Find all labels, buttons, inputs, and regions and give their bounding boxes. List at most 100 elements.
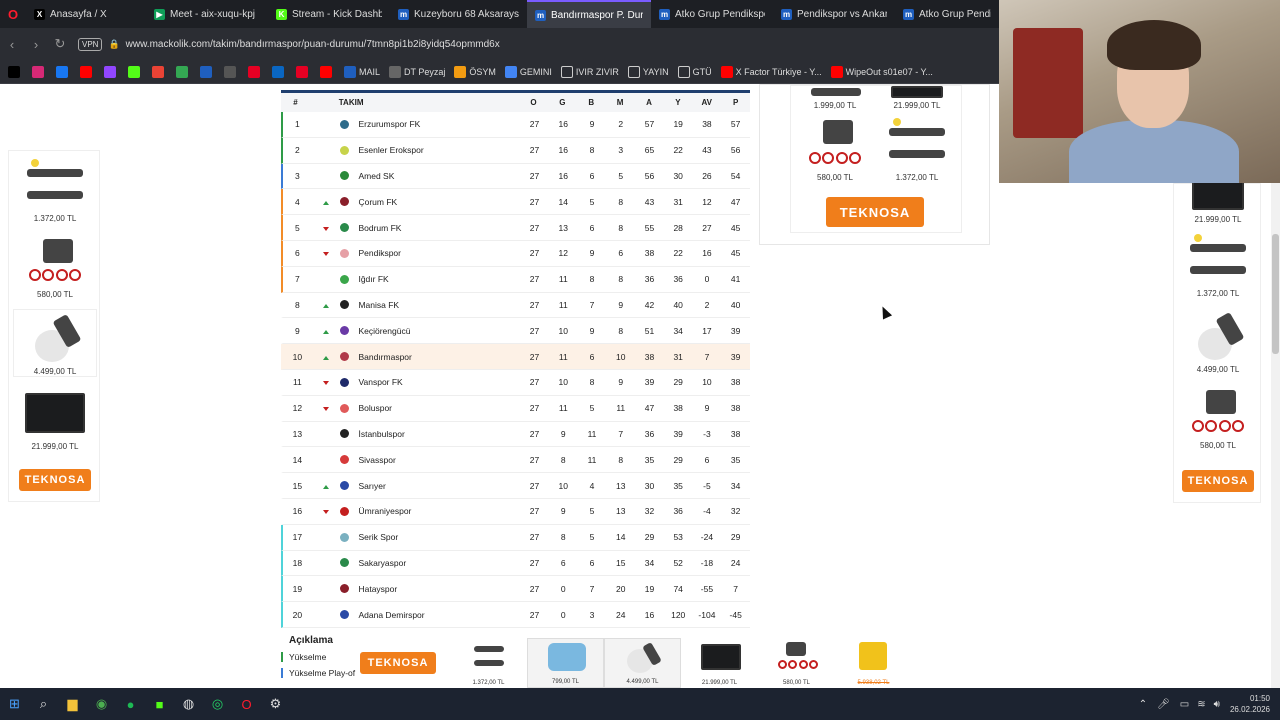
ad-product[interactable]: 1.999,00 TL [795, 86, 875, 110]
team-name[interactable]: Serik Spor [358, 532, 398, 542]
ad-product[interactable]: 21.999,00 TL [877, 86, 957, 110]
bookmark-item[interactable]: YAYIN [627, 65, 669, 78]
streaming-app-icon[interactable]: ■ [145, 688, 174, 720]
team-name[interactable]: Adana Demirspor [358, 610, 424, 620]
search-icon[interactable]: ⌕ [29, 688, 58, 720]
xbox-icon[interactable]: ◉ [87, 688, 116, 720]
microphone-icon[interactable]: 🎤︎ [1157, 699, 1170, 710]
back-icon[interactable]: ‹ [0, 37, 24, 52]
table-row[interactable]: 17 Serik Spor 27 8 5 14 29 53 -24 29 [281, 524, 750, 551]
tab[interactable]: m Bandırmaspor P. Durumu [527, 0, 651, 28]
table-row[interactable]: 1 Erzurumspor FK 27 16 9 2 57 19 38 57 [281, 112, 750, 138]
team-name[interactable]: Boluspor [358, 403, 392, 413]
table-row[interactable]: 2 Esenler Erokspor 27 16 8 3 65 22 43 56 [281, 137, 750, 164]
bookmark-item[interactable]: GTÜ [677, 65, 712, 78]
ad-product[interactable]: 1.372,00 TL [13, 157, 97, 223]
ad-product[interactable]: 580,00 TL [1176, 384, 1260, 450]
team-name[interactable]: Hatayspor [358, 584, 397, 594]
tab[interactable]: m Kuzeyboru 68 Aksaraysp [390, 0, 527, 28]
table-row[interactable]: 18 Sakaryaspor 27 6 6 15 34 52 -18 24 [281, 550, 750, 577]
steam-icon[interactable]: ◍ [174, 688, 203, 720]
bookmark-item[interactable] [32, 65, 47, 78]
bookmark-item[interactable] [272, 65, 287, 78]
right-ad-column[interactable]: 21.999,00 TL 1.372,00 TL 4.499,00 TL 580… [1173, 180, 1261, 503]
team-name[interactable]: Bandırmaspor [358, 352, 411, 362]
ad-product[interactable]: 4.499,00 TL [13, 309, 97, 377]
clock[interactable]: 01:50 26.02.2026 [1230, 693, 1270, 715]
top-right-ad[interactable]: 1.999,00 TL 21.999,00 TL 580,00 TL 1.372… [759, 84, 990, 245]
left-ad-column[interactable]: 1.372,00 TL 580,00 TL 4.499,00 TL 21.999… [8, 150, 100, 502]
team-name[interactable]: Iğdır FK [358, 274, 388, 284]
bookmark-item[interactable]: X Factor Türkiye - Y... [720, 65, 822, 78]
tab[interactable]: X Anasayfa / X [26, 0, 146, 28]
table-row[interactable]: 14 Sivasspor 27 8 11 8 35 29 6 35 [281, 447, 750, 474]
team-name[interactable]: Pendikspor [358, 248, 401, 258]
bookmark-item[interactable]: MAIL [344, 65, 380, 78]
table-row[interactable]: 16 Ümraniyespor 27 9 5 13 32 36 -4 32 [281, 499, 750, 525]
forward-icon[interactable]: › [24, 37, 48, 52]
reload-icon[interactable]: ↻ [48, 36, 72, 52]
bookmark-item[interactable] [56, 65, 71, 78]
bookmark-item[interactable]: WipeOut s01e07 - Y... [830, 65, 933, 78]
team-name[interactable]: Keçiörengücü [358, 326, 410, 336]
display-icon[interactable]: ▭ [1180, 699, 1189, 710]
teknosa-logo[interactable]: TEKNOSA [19, 469, 91, 491]
chevron-up-icon[interactable]: ⌃ [1139, 699, 1147, 710]
bookmark-item[interactable]: DT Peyzaj [389, 65, 445, 78]
bookmark-item[interactable]: IVIR ZIVIR [560, 65, 619, 78]
team-name[interactable]: Erzurumspor FK [358, 119, 420, 129]
team-name[interactable]: Esenler Erokspor [358, 145, 423, 155]
bookmark-item[interactable] [224, 65, 239, 78]
windows-start-icon[interactable]: ⊞ [0, 688, 29, 720]
ad-product[interactable]: 1.372,00 TL [877, 116, 957, 182]
team-name[interactable]: Çorum FK [358, 197, 397, 207]
teknosa-logo[interactable]: TEKNOSA [826, 197, 924, 227]
table-row[interactable]: 20 Adana Demirspor 27 0 3 24 16 120 -104 -45 [281, 602, 750, 628]
bottom-ad-strip[interactable]: TEKNOSA 1.372,00 TL 799,00 TL 4.499,00 T… [360, 638, 920, 688]
table-row[interactable]: 3 Amed SK 27 16 6 5 56 30 26 54 [281, 163, 750, 190]
file-explorer-icon[interactable]: ▆ [58, 688, 87, 720]
bookmark-item[interactable]: ÖSYM [454, 65, 496, 78]
table-row[interactable]: 11 Vanspor FK 27 10 8 9 39 29 10 38 [281, 370, 750, 396]
teknosa-logo[interactable]: TEKNOSA [1182, 470, 1254, 492]
table-row[interactable]: 12 Boluspor 27 11 5 11 47 38 9 38 [281, 396, 750, 422]
bookmark-item[interactable] [320, 65, 335, 78]
team-name[interactable]: Ümraniyespor [358, 506, 411, 516]
bookmark-item[interactable] [128, 65, 143, 78]
table-row[interactable]: 8 Manisa FK 27 11 7 9 42 40 2 40 [281, 293, 750, 319]
table-row[interactable]: 10 Bandırmaspor 27 11 6 10 38 31 7 39 [281, 344, 750, 370]
team-name[interactable]: Amed SK [358, 171, 394, 181]
ad-product[interactable]: 1.372,00 TL [1176, 232, 1260, 298]
opera-logo-icon[interactable]: O [0, 0, 26, 28]
tab[interactable]: K Stream - Kick Dashboard [268, 0, 390, 28]
ad-product[interactable]: 1.372,00 TL [450, 638, 527, 688]
ad-product[interactable]: 5.938,02 TL [835, 638, 912, 688]
ad-product[interactable]: 21.999,00 TL [681, 638, 758, 688]
ad-product[interactable]: 799,00 TL [527, 638, 604, 688]
tab[interactable]: m Pendikspor vs Ankara Keç [773, 0, 895, 28]
bookmark-item[interactable] [80, 65, 95, 78]
bookmark-item[interactable] [8, 65, 23, 78]
team-name[interactable]: Sarıyer [358, 481, 385, 491]
ad-product[interactable]: 21.999,00 TL [1176, 180, 1260, 224]
bookmark-item[interactable] [104, 65, 119, 78]
opera-icon[interactable]: O [232, 688, 261, 720]
ad-product[interactable]: 4.499,00 TL [604, 638, 681, 688]
ad-product[interactable]: 580,00 TL [758, 638, 835, 688]
ad-product[interactable]: 21.999,00 TL [13, 385, 97, 451]
table-row[interactable]: 5 Bodrum FK 27 13 6 8 55 28 27 45 [281, 215, 750, 241]
vpn-badge[interactable]: VPN [78, 37, 103, 51]
team-name[interactable]: Manisa FK [358, 300, 399, 310]
team-name[interactable]: Sakaryaspor [358, 558, 406, 568]
bookmark-item[interactable]: GEMINI [504, 65, 552, 78]
teknosa-logo[interactable]: TEKNOSA [360, 652, 436, 674]
spotify-icon[interactable]: ● [116, 688, 145, 720]
tab[interactable]: ▶ Meet - aix-xuqu-kpj [146, 0, 268, 28]
settings-icon[interactable]: ⚙ [261, 688, 290, 720]
volume-icon[interactable]: 🔊︎ [1214, 699, 1220, 710]
table-row[interactable]: 6 Pendikspor 27 12 9 6 38 22 16 45 [281, 240, 750, 267]
wifi-icon[interactable]: ≋ [1197, 699, 1205, 710]
bookmark-item[interactable] [176, 65, 191, 78]
url-field[interactable]: www.mackolik.com/takim/bandırmaspor/puan… [126, 39, 500, 50]
scrollbar-thumb[interactable] [1272, 234, 1279, 354]
